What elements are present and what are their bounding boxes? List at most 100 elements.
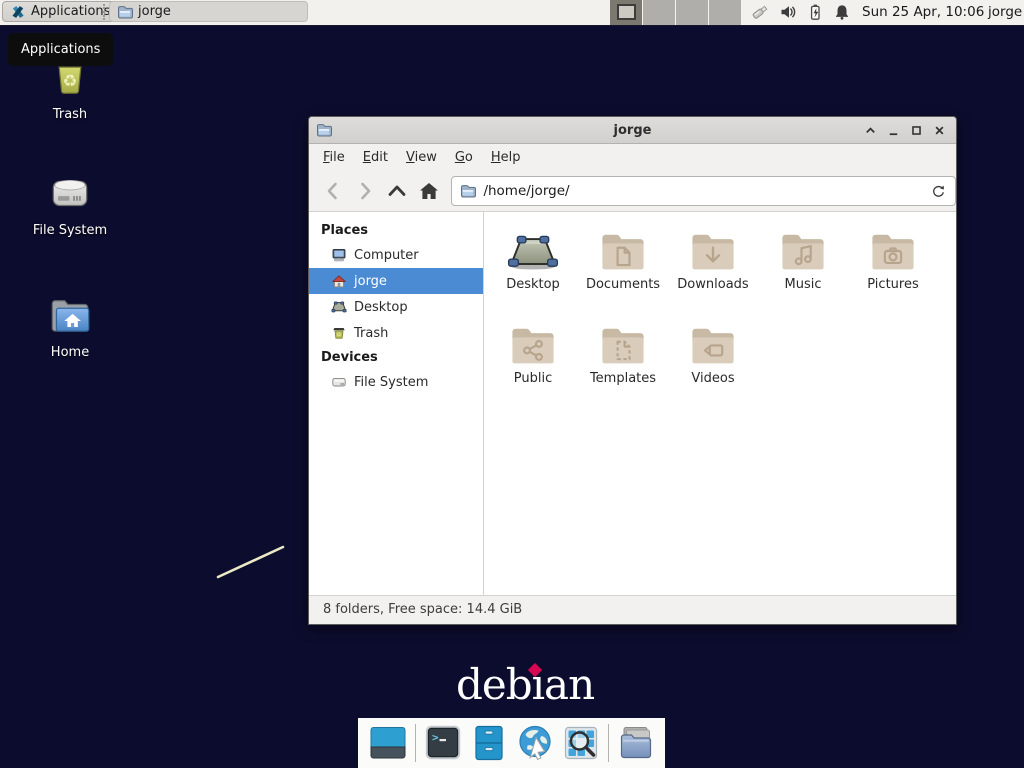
menu-file[interactable]: File xyxy=(314,150,354,165)
menu-view[interactable]: View xyxy=(397,150,446,165)
file-item-label: Documents xyxy=(586,277,660,292)
file-view: Desktop Documents Downloads xyxy=(484,212,956,595)
sidebar-header-devices: Devices xyxy=(309,346,483,369)
folder-publicshare-icon xyxy=(507,323,559,367)
workspace-2[interactable] xyxy=(643,0,676,25)
svg-text:♻: ♻ xyxy=(337,332,342,338)
applications-menu-label: Applications xyxy=(31,4,110,19)
sidebar-item-file-system[interactable]: File System xyxy=(309,369,483,395)
dock-separator xyxy=(608,724,609,762)
panel-user-menu[interactable]: jorge xyxy=(988,0,1022,25)
show-desktop-icon xyxy=(369,724,407,762)
close-button[interactable] xyxy=(932,123,947,138)
top-panel: Applications jorge Sun 25 Apr, 1 xyxy=(0,0,1024,26)
sidebar-item-label: Desktop xyxy=(354,300,408,315)
file-item-desktop[interactable]: Desktop xyxy=(488,229,578,323)
file-item-label: Videos xyxy=(691,371,734,386)
folder-videos-icon xyxy=(687,323,739,367)
user-home-icon xyxy=(331,273,347,289)
file-item-pictures[interactable]: Pictures xyxy=(848,229,938,323)
user-desktop-icon xyxy=(507,229,559,273)
panel-clock[interactable]: Sun 25 Apr, 10:06 xyxy=(862,0,984,25)
audio-volume-icon[interactable] xyxy=(779,3,797,21)
reload-icon[interactable] xyxy=(929,182,947,200)
workspace-1[interactable] xyxy=(610,0,643,25)
sidebar-item-trash[interactable]: ♻ Trash xyxy=(309,320,483,346)
workspace-pager xyxy=(610,0,742,25)
file-item-music[interactable]: Music xyxy=(758,229,848,323)
workspace-3[interactable] xyxy=(676,0,709,25)
desktop-icon-label: Trash xyxy=(53,107,87,122)
file-item-label: Pictures xyxy=(867,277,918,292)
folder-download-icon xyxy=(687,229,739,273)
folder-icon xyxy=(460,183,476,199)
notification-bell-icon[interactable] xyxy=(833,3,851,21)
web-browser-launcher[interactable] xyxy=(516,724,554,762)
sidebar-item-label: Trash xyxy=(354,326,388,341)
removable-media-icon[interactable] xyxy=(751,3,769,21)
desktop-icon-file-system[interactable]: File System xyxy=(15,170,125,238)
dock-separator xyxy=(415,724,416,762)
toolbar: /home/jorge/ xyxy=(309,170,956,212)
show-desktop-button[interactable] xyxy=(369,724,407,762)
location-bar[interactable]: /home/jorge/ xyxy=(451,176,956,206)
file-item-label: Music xyxy=(785,277,822,292)
terminal-launcher[interactable]: > xyxy=(424,724,462,762)
file-manager-launcher[interactable] xyxy=(470,724,508,762)
chevron-right-icon xyxy=(353,179,377,203)
sidebar-item-jorge[interactable]: jorge xyxy=(309,268,483,294)
menu-go[interactable]: Go xyxy=(446,150,482,165)
sidebar-item-computer[interactable]: Computer xyxy=(309,242,483,268)
directory-menu-button[interactable] xyxy=(617,724,655,762)
sidebar: Places Computer jorge xyxy=(309,212,484,595)
menu-help[interactable]: Help xyxy=(482,150,530,165)
hard-disk-icon xyxy=(45,170,95,218)
desktop-artifact-line xyxy=(214,540,290,584)
taskbar-window-label: jorge xyxy=(138,4,171,19)
xfce-logo-icon xyxy=(10,4,26,20)
workspace-4[interactable] xyxy=(709,0,742,25)
applications-tooltip: Applications xyxy=(8,33,113,66)
sidebar-item-desktop[interactable]: Desktop xyxy=(309,294,483,320)
file-item-label: Public xyxy=(514,371,552,386)
chevron-left-icon xyxy=(321,179,345,203)
user-desktop-icon xyxy=(331,299,347,315)
folder-pictures-icon xyxy=(867,229,919,273)
file-item-downloads[interactable]: Downloads xyxy=(668,229,758,323)
shade-button[interactable] xyxy=(863,123,878,138)
minimize-button[interactable] xyxy=(886,123,901,138)
app-finder-launcher[interactable] xyxy=(562,724,600,762)
applications-menu-button[interactable]: Applications xyxy=(2,1,118,22)
battery-charging-icon[interactable] xyxy=(806,3,824,21)
file-item-documents[interactable]: Documents xyxy=(578,229,668,323)
debian-wordmark-text: debian xyxy=(456,660,594,709)
forward-button[interactable] xyxy=(350,176,380,206)
folder-templates-icon xyxy=(597,323,649,367)
trash-icon: ♻ xyxy=(331,325,347,341)
up-button[interactable] xyxy=(382,176,412,206)
sidebar-item-label: jorge xyxy=(354,274,387,289)
back-button[interactable] xyxy=(318,176,348,206)
file-item-label: Desktop xyxy=(506,277,560,292)
hard-disk-icon xyxy=(331,374,347,390)
menubar: File Edit View Go Help xyxy=(309,144,956,170)
statusbar: 8 folders, Free space: 14.4 GiB xyxy=(309,595,956,624)
desktop-icon-home[interactable]: Home xyxy=(15,292,125,360)
maximize-button[interactable] xyxy=(909,123,924,138)
file-item-public[interactable]: Public xyxy=(488,323,578,417)
menu-edit[interactable]: Edit xyxy=(354,150,397,165)
taskbar-window-button[interactable]: jorge xyxy=(109,1,308,22)
home-button[interactable] xyxy=(414,176,444,206)
desktop-icon-label: File System xyxy=(33,223,107,238)
file-manager-window: jorge File Edit View Go Help xyxy=(308,116,957,625)
file-item-videos[interactable]: Videos xyxy=(668,323,758,417)
panel-separator-handle xyxy=(103,4,105,20)
folder-icon xyxy=(117,4,133,20)
path-text[interactable]: /home/jorge/ xyxy=(483,183,929,199)
window-titlebar[interactable]: jorge xyxy=(309,117,956,144)
folder-documents-icon xyxy=(597,229,649,273)
home-icon xyxy=(417,179,441,203)
terminal-icon: > xyxy=(424,724,462,762)
file-item-templates[interactable]: Templates xyxy=(578,323,668,417)
file-cabinet-icon xyxy=(470,724,508,762)
